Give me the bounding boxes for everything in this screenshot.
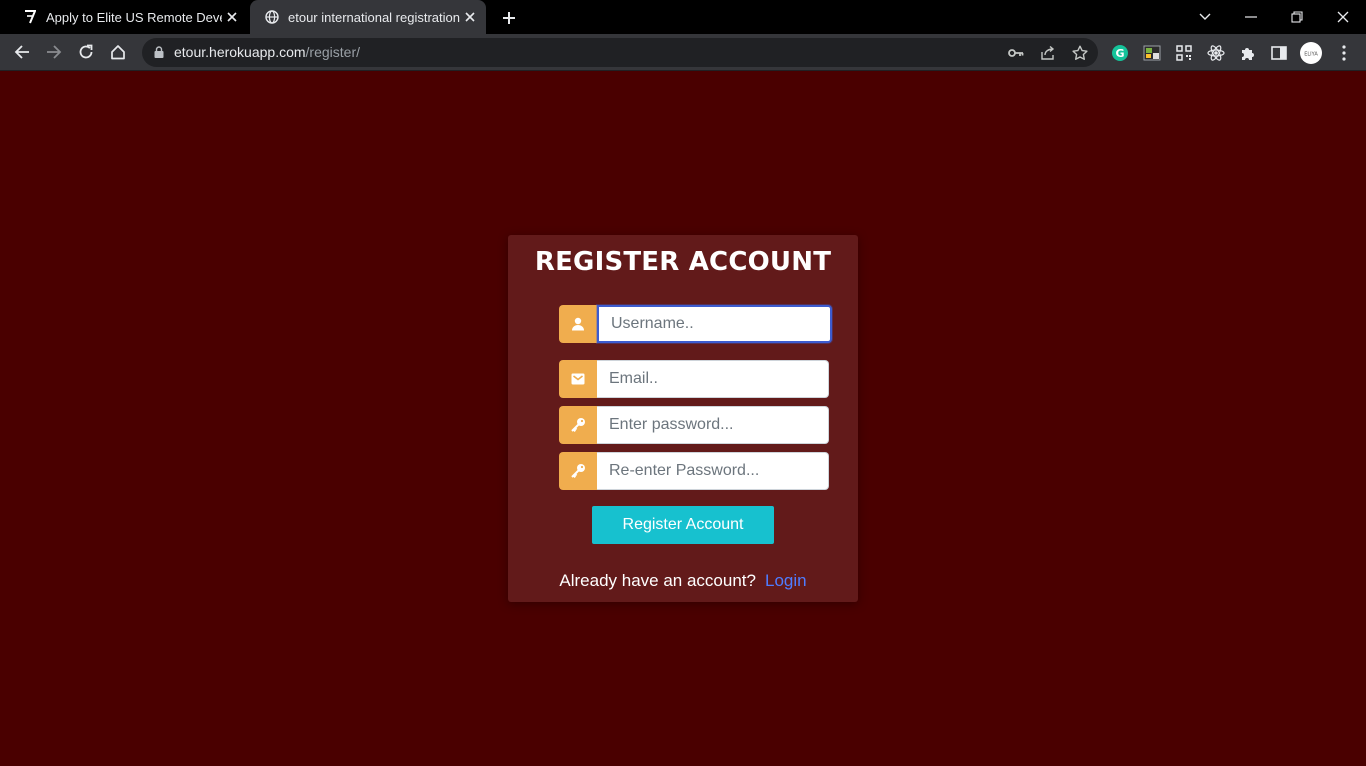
key-icon	[559, 406, 597, 444]
password-input[interactable]	[597, 406, 829, 444]
profile-avatar[interactable]: ELIYA	[1300, 42, 1322, 64]
forward-arrow-icon[interactable]	[40, 38, 68, 66]
kebab-menu-icon[interactable]	[1333, 42, 1355, 64]
user-icon	[559, 305, 597, 343]
profile-initials: ELIYA	[1304, 52, 1318, 58]
envelope-icon	[559, 360, 597, 398]
grammarly-icon[interactable]: G	[1109, 42, 1131, 64]
tab-title: etour international registration	[288, 9, 460, 25]
password-group	[559, 406, 829, 444]
minimize-icon[interactable]	[1228, 0, 1274, 34]
close-tab-icon[interactable]	[460, 7, 480, 27]
puzzle-extensions-icon[interactable]	[1237, 42, 1259, 64]
lock-icon[interactable]	[152, 45, 166, 59]
repassword-input[interactable]	[597, 452, 829, 490]
email-input[interactable]	[597, 360, 829, 398]
url-text: etour.herokuapp.com/register/	[174, 44, 360, 60]
react-devtools-icon[interactable]	[1205, 42, 1227, 64]
username-group	[559, 305, 832, 343]
close-window-icon[interactable]	[1320, 0, 1366, 34]
home-icon[interactable]	[104, 38, 132, 66]
login-link[interactable]: Login	[765, 571, 807, 590]
extension-image-icon[interactable]	[1141, 42, 1163, 64]
browser-toolbar: etour.herokuapp.com/register/ G ELIYA	[0, 34, 1366, 71]
url-host: etour.herokuapp.com	[174, 44, 306, 60]
key-icon	[559, 452, 597, 490]
tab-search-icon[interactable]	[1182, 0, 1228, 34]
restore-icon[interactable]	[1274, 0, 1320, 34]
register-account-button[interactable]: Register Account	[592, 506, 774, 544]
star-bookmark-icon[interactable]	[1069, 42, 1091, 64]
reload-icon[interactable]	[72, 38, 100, 66]
register-card: REGISTER ACCOUNT Register Account Alread…	[508, 235, 858, 602]
svg-text:G: G	[1115, 47, 1124, 60]
globe-icon	[264, 9, 280, 25]
turing-logo-icon	[22, 9, 38, 25]
close-tab-icon[interactable]	[222, 7, 242, 27]
tab-etour-registration[interactable]: etour international registration	[250, 0, 486, 34]
username-input[interactable]	[597, 305, 832, 343]
back-arrow-icon[interactable]	[8, 38, 36, 66]
login-prompt: Already have an account? Login	[508, 571, 858, 591]
tab-apply-elite[interactable]: Apply to Elite US Remote Developer Jobs	[8, 0, 248, 34]
tab-strip: Apply to Elite US Remote Developer Jobs …	[0, 0, 1366, 34]
email-group	[559, 360, 829, 398]
login-prompt-text: Already have an account?	[559, 571, 756, 590]
new-tab-button[interactable]	[498, 7, 520, 29]
key-icon[interactable]	[1005, 42, 1027, 64]
address-bar[interactable]: etour.herokuapp.com/register/	[142, 38, 1098, 67]
tab-title: Apply to Elite US Remote Developer Jobs	[46, 9, 222, 25]
share-icon[interactable]	[1037, 42, 1059, 64]
page-title: REGISTER ACCOUNT	[534, 247, 832, 277]
url-path: /register/	[305, 44, 360, 60]
repassword-group	[559, 452, 829, 490]
side-panel-icon[interactable]	[1268, 42, 1290, 64]
qr-code-icon[interactable]	[1173, 42, 1195, 64]
